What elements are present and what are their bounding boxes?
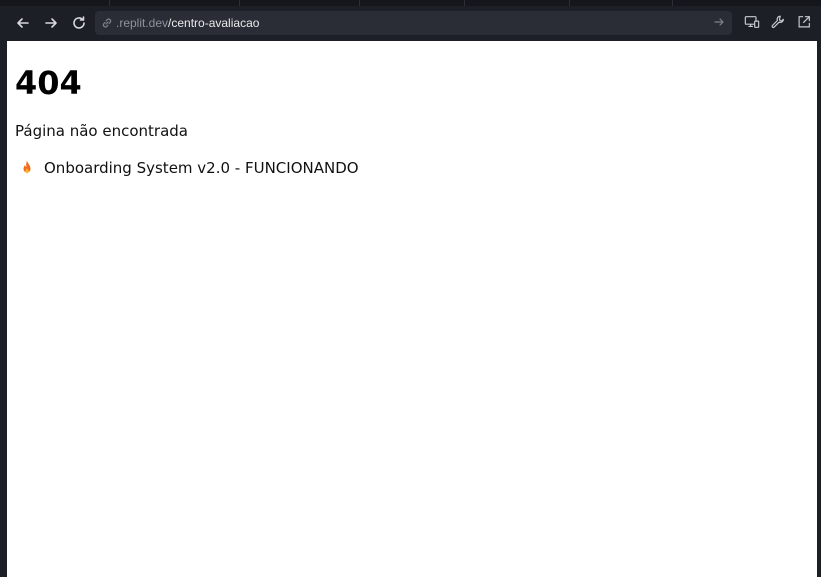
forward-arrow-icon[interactable] (37, 9, 65, 37)
browser-window: .replit.dev/centro-avaliacao 404 Página … (0, 0, 821, 577)
url-path: /centro-avaliacao (168, 16, 260, 30)
not-found-message: Página não encontrada (15, 122, 188, 140)
browser-toolbar: .replit.dev/centro-avaliacao (0, 6, 821, 40)
go-arrow-icon[interactable] (712, 15, 726, 29)
devices-icon[interactable] (743, 13, 761, 31)
reload-icon[interactable] (65, 9, 93, 37)
url-domain: .replit.dev (116, 16, 169, 30)
page-content: 404 Página não encontrada Onboarding Sys… (7, 41, 817, 577)
fire-icon (18, 159, 36, 177)
back-arrow-icon[interactable] (9, 9, 37, 37)
status-line: Onboarding System v2.0 - FUNCIONANDO (15, 158, 809, 178)
url-bar[interactable]: .replit.dev/centro-avaliacao (95, 11, 732, 35)
page-title: 404 (15, 64, 82, 102)
wrench-icon[interactable] (769, 13, 787, 31)
open-external-icon[interactable] (795, 13, 813, 31)
status-text: Onboarding System v2.0 - FUNCIONANDO (44, 159, 359, 177)
link-icon (100, 16, 114, 30)
